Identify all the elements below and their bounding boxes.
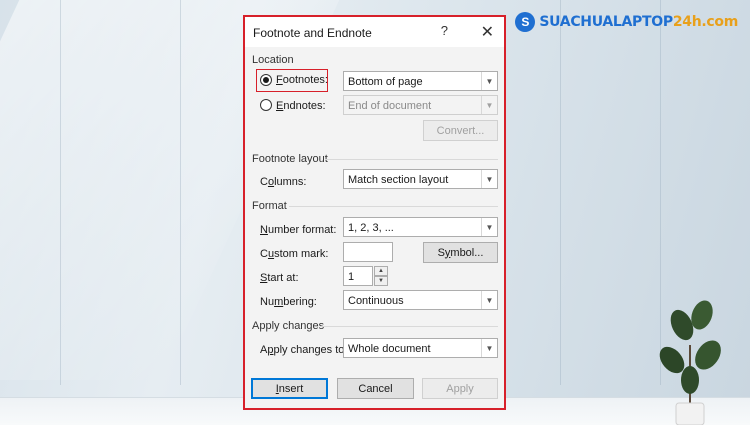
footnote-endnote-dialog: Footnote and Endnote ? ✕ Location Footno… xyxy=(245,17,504,408)
logo-text: SUACHUALAPTOP24h.com xyxy=(539,14,738,30)
columns-select[interactable]: Match section layout ▼ xyxy=(343,169,498,189)
number-format-select[interactable]: 1, 2, 3, ... ▼ xyxy=(343,217,498,237)
radio-dot xyxy=(263,77,269,83)
wall-panel-line xyxy=(180,0,181,385)
cancel-button[interactable]: Cancel xyxy=(337,378,414,399)
help-icon[interactable]: ? xyxy=(441,23,448,38)
location-heading: Location xyxy=(252,54,294,66)
start-at-spinner[interactable]: ▲ ▼ xyxy=(374,266,388,286)
number-format-label: Number format: xyxy=(260,224,337,236)
footnotes-position-value: Bottom of page xyxy=(348,76,423,88)
footnotes-label: Footnotes: xyxy=(276,74,328,86)
chevron-down-icon: ▼ xyxy=(481,339,497,357)
symbol-button[interactable]: Sy mbol... xyxy=(423,242,498,263)
columns-value: Match section layout xyxy=(348,174,449,186)
chevron-down-icon: ▼ xyxy=(481,218,497,236)
spin-up-icon[interactable]: ▲ xyxy=(374,266,388,276)
numbering-label: Numbering: xyxy=(260,296,317,308)
chevron-down-icon: ▼ xyxy=(481,96,497,114)
insert-button[interactable]: Insert xyxy=(251,378,328,399)
section-divider xyxy=(325,159,498,160)
number-format-value: 1, 2, 3, ... xyxy=(348,222,394,234)
wall-panel-line xyxy=(560,0,561,385)
custom-mark-input[interactable] xyxy=(343,242,393,262)
chevron-down-icon: ▼ xyxy=(481,72,497,90)
brand-logo: S SUACHUALAPTOP24h.com xyxy=(515,12,738,32)
start-at-label: Start at: xyxy=(260,272,299,284)
section-divider xyxy=(289,206,498,207)
custom-mark-label: Custom mark: xyxy=(260,248,329,260)
numbering-value: Continuous xyxy=(348,295,404,307)
format-heading: Format xyxy=(252,200,287,212)
convert-button[interactable]: Convert... xyxy=(423,120,498,141)
title-bar: Footnote and Endnote ? ✕ xyxy=(245,17,504,47)
endnotes-radio[interactable] xyxy=(260,99,272,111)
plant-illustration xyxy=(659,300,721,425)
start-at-input[interactable]: 1 xyxy=(343,266,373,286)
endnotes-position-select[interactable]: End of document ▼ xyxy=(343,95,498,115)
footnotes-radio[interactable] xyxy=(260,74,272,86)
spin-down-icon[interactable]: ▼ xyxy=(374,276,388,286)
apply-button[interactable]: Apply xyxy=(422,378,498,399)
apply-changes-to-label: Apply changes to: xyxy=(260,344,348,356)
chevron-down-icon: ▼ xyxy=(481,291,497,309)
footnote-layout-heading: Footnote layout xyxy=(252,153,328,165)
apply-changes-to-select[interactable]: Whole document ▼ xyxy=(343,338,498,358)
columns-label: Columns: xyxy=(260,176,307,188)
logo-mark: S xyxy=(515,12,536,32)
apply-changes-heading: Apply changes xyxy=(252,320,325,332)
chevron-down-icon: ▼ xyxy=(481,170,497,188)
numbering-select[interactable]: Continuous ▼ xyxy=(343,290,498,310)
apply-changes-to-value: Whole document xyxy=(348,343,431,355)
section-divider xyxy=(321,326,498,327)
footnotes-position-select[interactable]: Bottom of page ▼ xyxy=(343,71,498,91)
close-icon[interactable]: ✕ xyxy=(481,22,494,42)
start-at-value: 1 xyxy=(348,271,355,283)
dialog-title: Footnote and Endnote xyxy=(253,26,372,40)
wall-panel-line xyxy=(60,0,61,385)
endnotes-position-value: End of document xyxy=(348,100,432,112)
endnotes-label: Endnotes: xyxy=(276,100,326,112)
